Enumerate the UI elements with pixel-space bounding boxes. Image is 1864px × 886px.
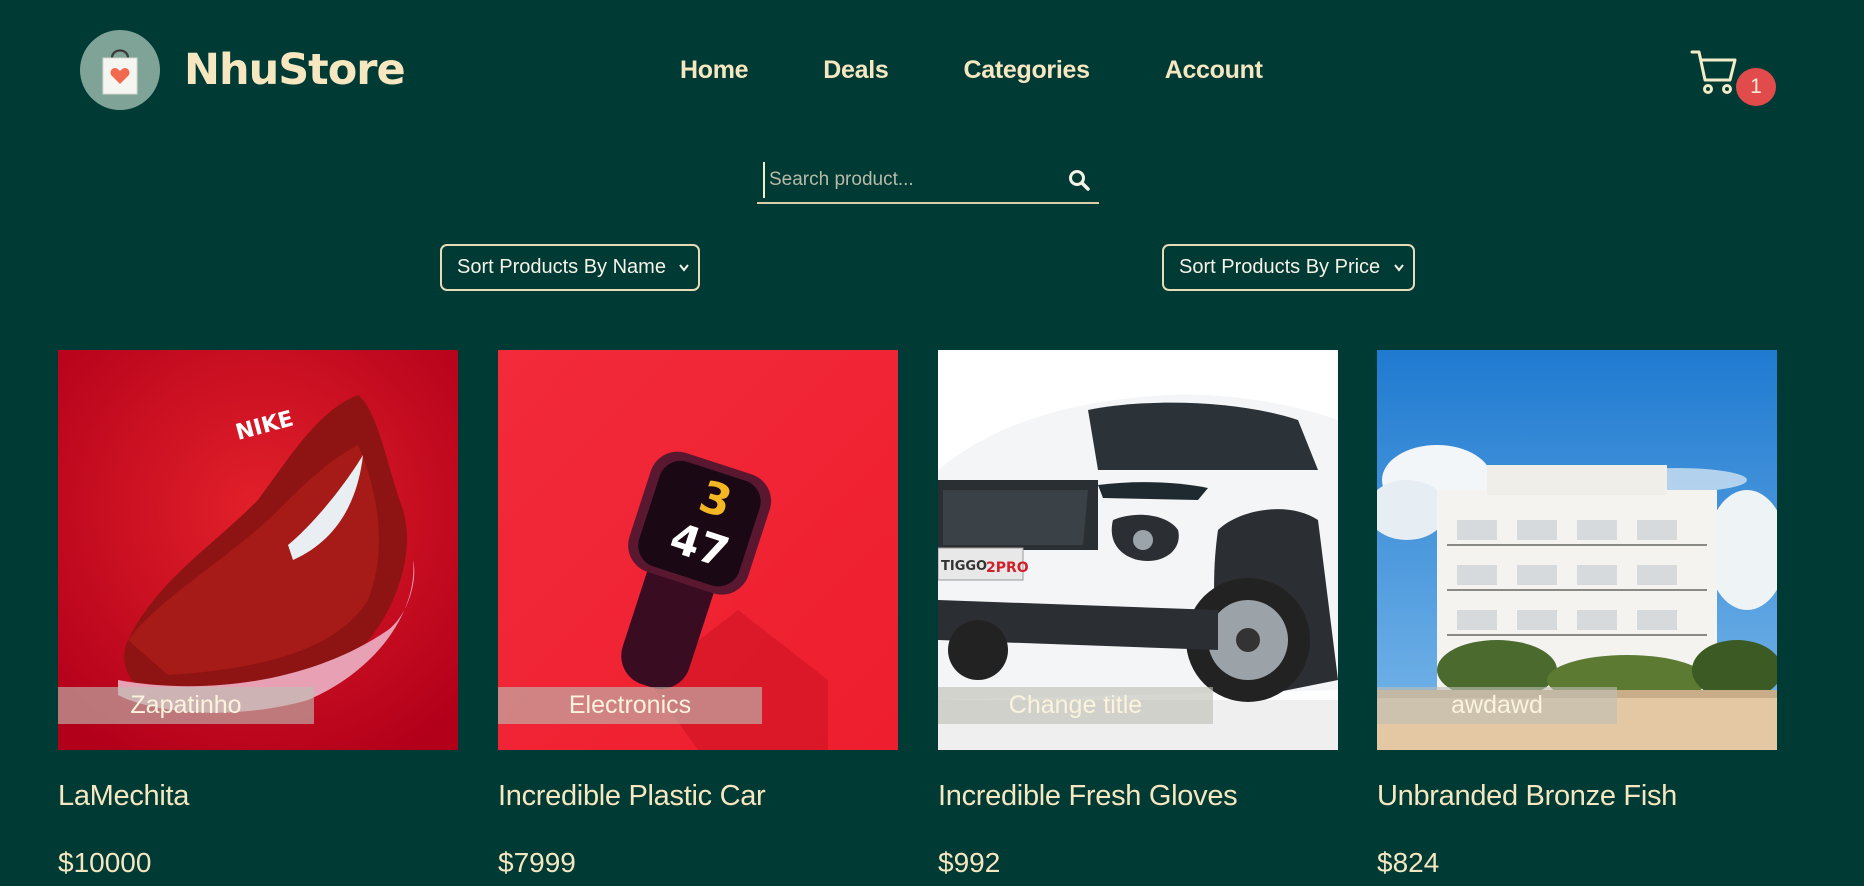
product-card[interactable]: 3 47 Electronics Incredible Plastic Car …	[498, 350, 898, 878]
sort-by-name-label: Sort Products By Name	[457, 256, 666, 278]
sort-by-price-select[interactable]: Sort Products By Price	[1162, 244, 1415, 291]
chevron-down-icon	[1394, 264, 1404, 272]
search-button[interactable]	[1059, 162, 1099, 198]
nav-categories[interactable]: Categories	[963, 56, 1090, 85]
brand-name: NhuStore	[184, 45, 406, 95]
product-card[interactable]: awdawd Unbranded Bronze Fish $824	[1377, 350, 1777, 878]
cart-button[interactable]: 1	[1690, 48, 1780, 108]
sort-by-name-select[interactable]: Sort Products By Name	[440, 244, 700, 291]
svg-text:2PRO: 2PRO	[986, 560, 1029, 576]
cart-count-badge: 1	[1736, 68, 1776, 106]
product-price: $824	[1377, 847, 1440, 878]
cart-icon	[1690, 50, 1737, 94]
product-name[interactable]: Incredible Plastic Car	[498, 780, 766, 813]
product-category-tag: Zapatinho	[58, 687, 314, 724]
logo-link[interactable]: NhuStore	[80, 30, 406, 110]
search-bar	[757, 158, 1099, 204]
product-category-tag: Electronics	[498, 687, 762, 724]
product-name[interactable]: LaMechita	[58, 780, 189, 813]
product-price: $10000	[58, 847, 152, 878]
product-image[interactable]: 3 47 Electronics	[498, 350, 898, 750]
nav-account[interactable]: Account	[1165, 56, 1263, 85]
site-header: NhuStore Home Deals Categories Account 1	[0, 0, 1864, 150]
nav-home[interactable]: Home	[680, 56, 749, 85]
product-card[interactable]: TIGGO 2PRO Change title Incredible Fresh…	[938, 350, 1338, 878]
sort-by-price-label: Sort Products By Price	[1179, 256, 1381, 278]
product-name[interactable]: Unbranded Bronze Fish	[1377, 780, 1677, 813]
product-category-tag: Change title	[938, 687, 1213, 724]
product-price: $7999	[498, 847, 576, 878]
product-image[interactable]: TIGGO 2PRO Change title	[938, 350, 1338, 750]
search-input[interactable]	[763, 162, 1053, 198]
chevron-down-icon	[679, 264, 689, 272]
product-image[interactable]: NIKE Zapatinho	[58, 350, 458, 750]
product-card[interactable]: NIKE Zapatinho LaMechita $10000	[58, 350, 458, 878]
shopping-bag-logo-icon	[80, 30, 160, 110]
main-nav: Home Deals Categories Account	[680, 56, 1338, 85]
product-category-tag: awdawd	[1377, 687, 1617, 724]
search-icon	[1069, 170, 1090, 191]
product-image[interactable]: awdawd	[1377, 350, 1777, 750]
svg-text:TIGGO: TIGGO	[941, 559, 987, 574]
product-name[interactable]: Incredible Fresh Gloves	[938, 780, 1238, 813]
product-price: $992	[938, 847, 1001, 878]
nav-deals[interactable]: Deals	[823, 56, 889, 85]
